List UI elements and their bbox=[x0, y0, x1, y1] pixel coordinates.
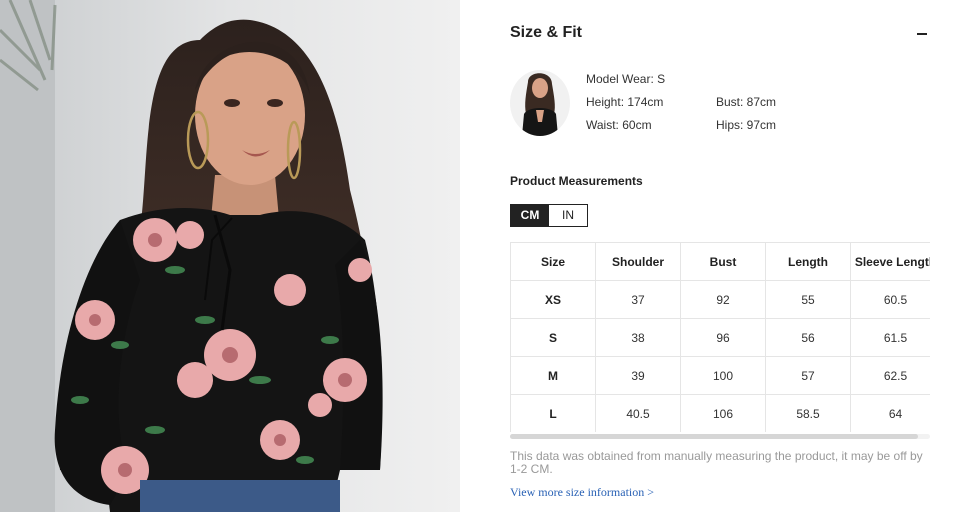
product-image[interactable] bbox=[0, 0, 460, 512]
table-cell: 64 bbox=[850, 394, 930, 432]
model-thumbnail bbox=[510, 70, 570, 136]
unit-toggle: CM IN bbox=[510, 204, 588, 227]
model-bust-text: Bust: 87cm bbox=[716, 95, 777, 109]
table-cell: 39 bbox=[595, 356, 681, 395]
size-table: Size Shoulder Bust Length Sleeve Length … bbox=[510, 242, 930, 432]
table-scrollbar-thumb[interactable] bbox=[510, 434, 918, 439]
table-cell: 106 bbox=[680, 394, 766, 432]
size-fit-panel: Size & Fit Model Wear: S Height: 174cm B… bbox=[460, 0, 973, 512]
unit-in-button[interactable]: IN bbox=[549, 205, 587, 226]
table-cell: 92 bbox=[680, 280, 766, 319]
table-cell: 100 bbox=[680, 356, 766, 395]
table-cell: 60.5 bbox=[850, 280, 930, 319]
table-row: S 38 96 56 61.5 bbox=[510, 318, 930, 357]
header-bust: Bust bbox=[680, 242, 766, 281]
view-more-size-info-link[interactable]: View more size information > bbox=[510, 485, 654, 500]
model-wear-text: Model Wear: S bbox=[586, 72, 666, 86]
unit-cm-button[interactable]: CM bbox=[511, 205, 549, 226]
size-cell: XS bbox=[510, 280, 596, 319]
model-waist-text: Waist: 60cm bbox=[586, 118, 652, 132]
table-row: XS 37 92 55 60.5 bbox=[510, 280, 930, 319]
table-cell: 61.5 bbox=[850, 318, 930, 357]
table-cell: 96 bbox=[680, 318, 766, 357]
model-avatar bbox=[510, 70, 570, 136]
model-photo-illustration bbox=[0, 0, 460, 512]
table-cell: 56 bbox=[765, 318, 851, 357]
table-cell: 38 bbox=[595, 318, 681, 357]
header-sleeve-length: Sleeve Length bbox=[850, 242, 930, 281]
table-cell: 55 bbox=[765, 280, 851, 319]
table-cell: 62.5 bbox=[850, 356, 930, 395]
table-cell: 58.5 bbox=[765, 394, 851, 432]
model-hips-text: Hips: 97cm bbox=[716, 118, 777, 132]
header-length: Length bbox=[765, 242, 851, 281]
table-row: L 40.5 106 58.5 64 bbox=[510, 394, 930, 432]
model-height-text: Height: 174cm bbox=[586, 95, 664, 109]
measurement-disclaimer: This data was obtained from manually mea… bbox=[510, 449, 923, 476]
table-scrollbar[interactable] bbox=[510, 434, 930, 439]
table-cell: 40.5 bbox=[595, 394, 681, 432]
size-cell: M bbox=[510, 356, 596, 395]
size-table-scroll-area[interactable]: Size Shoulder Bust Length Sleeve Length … bbox=[510, 242, 930, 432]
product-measurements-title: Product Measurements bbox=[510, 174, 643, 188]
table-cell: 37 bbox=[595, 280, 681, 319]
minus-icon[interactable] bbox=[914, 25, 930, 41]
size-fit-title: Size & Fit bbox=[510, 24, 583, 41]
header-size: Size bbox=[510, 242, 596, 281]
size-cell: S bbox=[510, 318, 596, 357]
size-cell: L bbox=[510, 394, 596, 432]
table-cell: 57 bbox=[765, 356, 851, 395]
table-header-row: Size Shoulder Bust Length Sleeve Length bbox=[510, 242, 930, 281]
table-row: M 39 100 57 62.5 bbox=[510, 356, 930, 395]
header-shoulder: Shoulder bbox=[595, 242, 681, 281]
